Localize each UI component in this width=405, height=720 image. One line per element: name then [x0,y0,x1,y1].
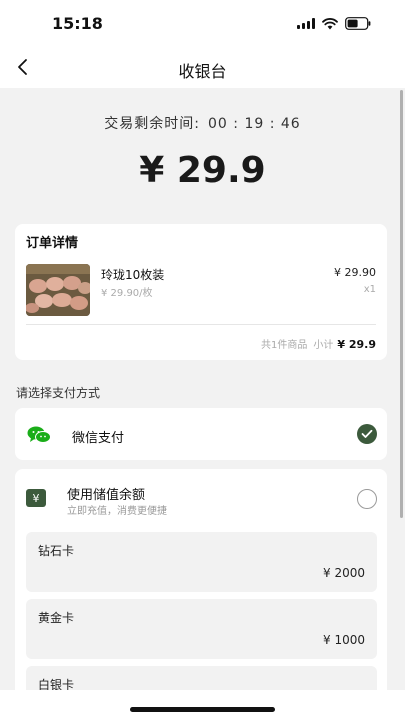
wifi-icon [322,17,338,30]
product-name: 玲珑10枚装 [101,268,165,282]
stored-balance-option: ¥ 使用储值余额 立即充值，消费更便捷 钻石卡 ¥ 2000 黄金卡 ¥ 100… [15,469,387,720]
order-details-title: 订单详情 [26,236,79,251]
wechat-pay-radio-checked[interactable] [357,424,377,444]
product-unit-price: ¥ 29.90/枚 [101,288,153,299]
checkmark-icon [361,429,373,438]
product-image [26,264,90,316]
subtotal-value: ¥ 29.9 [337,338,376,351]
status-time: 15:18 [52,14,103,33]
value-card-diamond[interactable]: 钻石卡 ¥ 2000 [26,532,377,592]
product-price: ¥ 29.90 [334,266,376,279]
nav-bar: 收银台 [0,46,405,88]
divider [26,324,376,325]
page-title: 收银台 [178,62,227,81]
yen-icon: ¥ [26,489,46,507]
stored-balance-title: 使用储值余额 [67,488,146,503]
status-icons [297,17,371,30]
wechat-pay-label: 微信支付 [72,431,125,446]
payment-method-label: 请选择支付方式 [16,386,101,400]
value-card-gold[interactable]: 黄金卡 ¥ 1000 [26,599,377,659]
order-details-card: 订单详情 玲珑10枚装 ¥ 29.90/枚 ¥ 29.90 x1 共1件商品 小计… [15,224,387,360]
countdown-value: 00 : 19 : 46 [208,116,301,132]
countdown: 交易剩余时间: 00 : 19 : 46 [0,113,405,133]
wechat-icon [27,426,51,448]
signal-icon [297,18,315,29]
value-card-name: 黄金卡 [38,611,75,625]
product-quantity: x1 [363,284,376,295]
stored-balance-radio[interactable] [357,489,377,509]
payment-amount: ¥ 29.9 [139,150,266,191]
stored-balance-subtitle: 立即充值，消费更便捷 [67,506,167,517]
item-count: 共1件商品 [261,340,308,351]
subtotal-label: 小计 [313,340,334,351]
home-indicator[interactable] [130,707,275,712]
home-indicator-area [0,690,405,720]
battery-icon [345,17,371,30]
value-card-amount: ¥ 2000 [323,566,365,580]
value-card-amount: ¥ 1000 [323,633,365,647]
value-card-name: 钻石卡 [38,544,75,558]
status-bar: 15:18 [0,0,405,46]
countdown-label: 交易剩余时间: [104,116,201,132]
wechat-pay-option[interactable]: 微信支付 [15,408,387,460]
order-summary: 共1件商品 小计 ¥ 29.9 [261,336,376,351]
